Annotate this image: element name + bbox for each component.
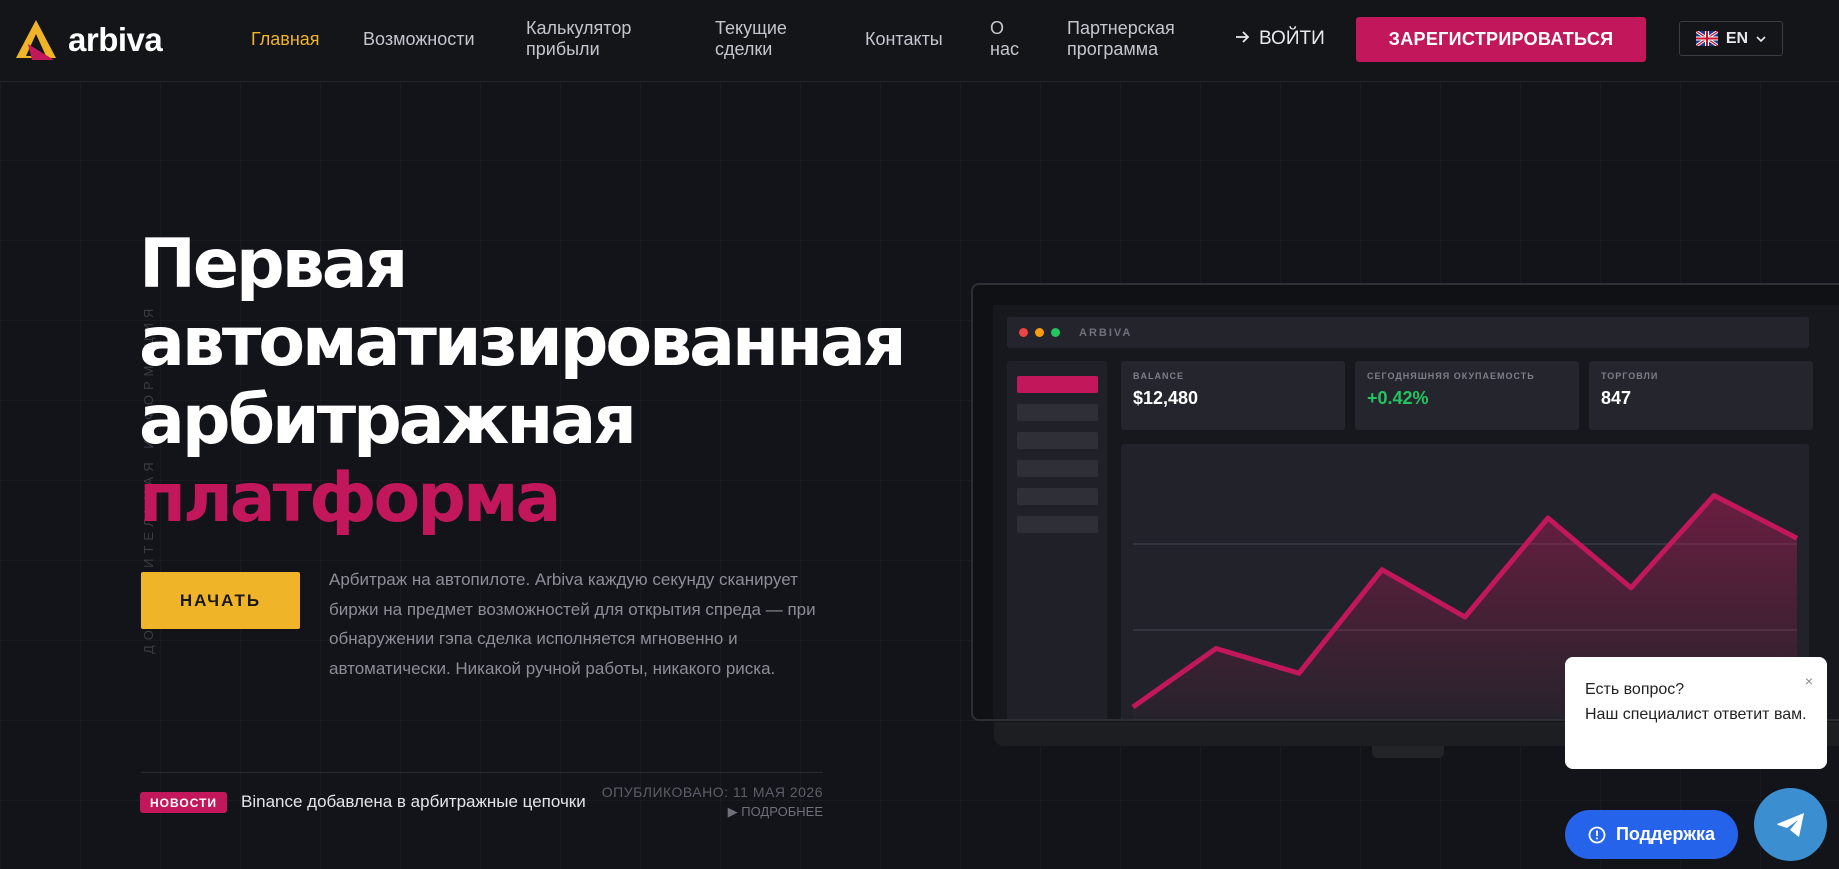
stat-card-trades: ТОРГОВЛИ 847 [1589,361,1813,430]
hero-title-line: автоматизированная [139,303,907,382]
logo-text: arbiva [68,21,163,58]
sidebar-item [1017,516,1098,533]
close-icon[interactable]: × [1805,669,1813,694]
nav-home[interactable]: Главная [251,29,320,50]
chat-line-1: Есть вопрос? [1585,681,1685,698]
dashboard-titlebar: ARBIVA [1007,317,1809,348]
stat-label: ТОРГОВЛИ [1601,371,1659,381]
info-icon [1588,826,1606,843]
language-code: EN [1725,29,1749,47]
stat-value: $12,480 [1133,388,1199,408]
stat-label: BALANCE [1133,371,1184,381]
news-headline[interactable]: Binance добавлена в арбитражные цепочки [241,792,586,812]
language-selector[interactable]: EN [1679,21,1783,56]
dashboard-app-title: ARBIVA [1079,326,1133,339]
uk-flag-icon [1695,31,1718,46]
arrow-right-icon [1235,28,1251,50]
nav-profit-calculator[interactable]: Калькулятор прибыли [526,18,631,60]
sidebar-item [1017,376,1098,393]
sidebar-item [1017,460,1098,477]
sidebar-item [1017,432,1098,449]
logo[interactable]: arbiva [16,18,163,62]
news-date: ОПУБЛИКОВАНО: 11 МАЯ 2026 [601,784,823,800]
telegram-icon [1776,812,1804,837]
sidebar-item [1017,488,1098,505]
laptop-mockup: ARBIVA BALANCE $12,480 СЕГОДНЯШНЯЯ ОКУПА… [971,283,1839,721]
divider [141,772,823,773]
telegram-button[interactable] [1754,788,1827,861]
logo-icon [16,20,56,60]
support-label: Поддержка [1615,824,1716,844]
nav-partner-program[interactable]: Партнерская программа [1067,18,1175,60]
dashboard-sidebar [1007,361,1107,719]
window-dot-yellow [1035,328,1044,337]
news-more-link[interactable]: ▶ ПОДРОБНЕЕ [728,804,823,820]
news-badge: НОВОСТИ [140,792,228,813]
login-label: ВОЙТИ [1259,28,1325,49]
start-button[interactable]: НАЧАТЬ [141,572,300,629]
register-button[interactable]: ЗАРЕГИСТРИРОВАТЬСЯ [1356,17,1646,62]
window-dot-green [1051,328,1060,337]
hero-title-line: Первая [139,225,408,304]
sidebar-item [1017,404,1098,421]
nav-features[interactable]: Возможности [363,29,475,50]
chat-popup: × Есть вопрос? Наш специалист ответит ва… [1565,657,1827,769]
stat-card-balance: BALANCE $12,480 [1121,361,1345,430]
stat-value: +0.42% [1367,388,1429,408]
nav-current-deals[interactable]: Текущие сделки [715,18,787,60]
support-button[interactable]: Поддержка [1565,810,1738,859]
nav-contacts[interactable]: Контакты [865,29,943,50]
laptop-notch [1372,746,1444,758]
stat-label: СЕГОДНЯШНЯЯ ОКУПАЕМОСТЬ [1367,371,1535,381]
stat-value: 847 [1601,388,1632,408]
hero-title-accent: платформа [139,459,561,538]
site-header: arbiva Главная Возможности Калькулятор п… [0,0,1839,82]
window-dot-red [1019,328,1028,337]
nav-about[interactable]: О нас [990,18,1019,60]
hero-title-line: арбитражная [139,381,637,460]
login-link[interactable]: ВОЙТИ [1235,28,1325,50]
hero-description: Арбитраж на автопилоте. Arbiva каждую се… [329,570,816,678]
chevron-down-icon [1756,30,1766,48]
stat-card-return: СЕГОДНЯШНЯЯ ОКУПАЕМОСТЬ +0.42% [1355,361,1579,430]
chat-line-2: Наш специалист ответит вам. [1585,706,1807,723]
hero-title: Первая автоматизированная арбитражная пл… [139,225,907,538]
